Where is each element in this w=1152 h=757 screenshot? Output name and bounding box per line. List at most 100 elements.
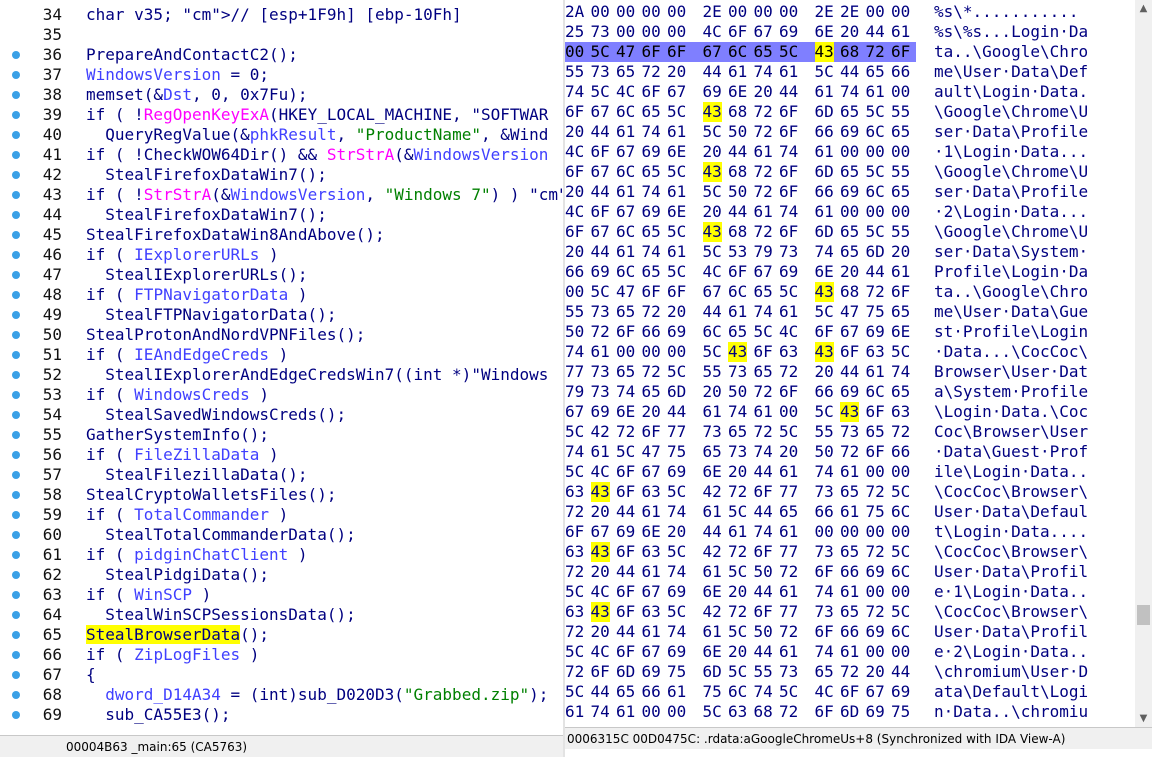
hex-byte[interactable]: 20 bbox=[728, 582, 747, 602]
hex-byte[interactable]: 00 bbox=[667, 22, 686, 42]
breakpoint-dot-icon[interactable] bbox=[12, 171, 20, 179]
hex-byte[interactable]: 77 bbox=[565, 362, 584, 382]
hex-byte[interactable]: 67 bbox=[866, 682, 885, 702]
hex-byte[interactable]: 00 bbox=[642, 702, 661, 722]
hex-row[interactable]: 4C 6F 67 69 6E 20 44 61 74 61 00 00 00 ·1\Login·Data.… bbox=[565, 142, 1135, 162]
hex-byte[interactable]: 77 bbox=[779, 542, 798, 562]
hex-byte[interactable]: 6E bbox=[703, 582, 722, 602]
hex-byte[interactable]: 6C bbox=[891, 562, 910, 582]
hex-byte[interactable]: 6C bbox=[866, 382, 885, 402]
hex-row[interactable]: 00 5C 47 6F 6F 67 6C 65 5C 43 68 72 6F ta..\Google\Ch… bbox=[565, 42, 1135, 62]
hex-byte[interactable]: 6D bbox=[840, 702, 859, 722]
hex-byte[interactable]: 74 bbox=[591, 702, 610, 722]
hex-byte[interactable]: 47 bbox=[642, 442, 661, 462]
hex-byte[interactable]: 20 bbox=[565, 122, 584, 142]
hex-byte[interactable]: 72 bbox=[728, 482, 747, 502]
breakpoint-dot-icon[interactable] bbox=[12, 591, 20, 599]
hex-byte[interactable]: 4C bbox=[591, 642, 610, 662]
ascii-text[interactable]: ·Data\Guest·Prof bbox=[934, 442, 1088, 462]
hex-byte[interactable]: 66 bbox=[840, 562, 859, 582]
hex-byte[interactable]: 6F bbox=[754, 602, 773, 622]
hex-byte[interactable]: 73 bbox=[815, 542, 834, 562]
hex-byte[interactable]: 6F bbox=[642, 422, 661, 442]
hex-row[interactable]: 72 6F 6D 69 75 6D 5C 55 73 65 72 20 44 \chromium\User… bbox=[565, 662, 1135, 682]
ascii-text[interactable]: Browser\User·Dat bbox=[934, 362, 1088, 382]
hex-byte[interactable]: 43 bbox=[590, 602, 610, 622]
hex-byte[interactable]: 73 bbox=[779, 242, 798, 262]
hex-byte[interactable]: 74 bbox=[565, 342, 584, 362]
hex-byte[interactable]: 5C bbox=[728, 662, 747, 682]
hex-byte[interactable]: 74 bbox=[779, 202, 798, 222]
hex-byte[interactable]: 65 bbox=[642, 222, 661, 242]
hex-byte[interactable]: 66 bbox=[642, 682, 661, 702]
hex-byte[interactable]: 72 bbox=[642, 62, 661, 82]
hex-byte[interactable]: 66 bbox=[815, 382, 834, 402]
hex-byte[interactable]: 6F bbox=[891, 282, 910, 302]
hex-byte[interactable]: 66 bbox=[891, 62, 910, 82]
hex-row[interactable]: 5C 4C 6F 67 69 6E 20 44 61 74 61 00 00 e·1\Login·Data… bbox=[565, 582, 1135, 602]
hex-byte[interactable]: 55 bbox=[754, 662, 773, 682]
breakpoint-dot-icon[interactable] bbox=[12, 251, 20, 259]
hex-byte[interactable]: 6D bbox=[667, 382, 686, 402]
hex-byte[interactable]: 6F bbox=[565, 222, 584, 242]
ascii-text[interactable]: ata\Default\Logi bbox=[934, 682, 1088, 702]
hex-byte[interactable]: 50 bbox=[728, 382, 747, 402]
hex-vertical-scrollbar[interactable]: ▲ ▼ bbox=[1135, 0, 1152, 727]
hex-byte[interactable]: 74 bbox=[565, 442, 584, 462]
hex-byte[interactable]: 20 bbox=[891, 242, 910, 262]
hex-byte[interactable]: 44 bbox=[591, 682, 610, 702]
hex-byte[interactable]: 00 bbox=[891, 2, 910, 22]
hex-byte[interactable]: 67 bbox=[591, 222, 610, 242]
hex-row[interactable]: 50 72 6F 66 69 6C 65 5C 4C 6F 67 69 6E st·Profile\Log… bbox=[565, 322, 1135, 342]
hex-byte[interactable]: 00 bbox=[891, 522, 910, 542]
hex-byte[interactable]: 73 bbox=[779, 662, 798, 682]
hex-byte[interactable]: 72 bbox=[866, 482, 885, 502]
hex-byte[interactable]: 72 bbox=[565, 662, 584, 682]
hex-byte[interactable]: 77 bbox=[667, 422, 686, 442]
hex-byte[interactable]: 5C bbox=[891, 602, 910, 622]
hex-byte[interactable]: 74 bbox=[667, 562, 686, 582]
hex-byte[interactable]: 5C bbox=[779, 42, 798, 62]
hex-row[interactable]: 5C 44 65 66 61 75 6C 74 5C 4C 6F 67 69 ata\Default\Lo… bbox=[565, 682, 1135, 702]
hex-byte[interactable]: 69 bbox=[779, 262, 798, 282]
hex-byte[interactable]: 00 bbox=[891, 82, 910, 102]
ascii-text[interactable]: \chromium\User·D bbox=[934, 662, 1088, 682]
hex-byte[interactable]: 63 bbox=[728, 702, 747, 722]
hex-byte[interactable]: 67 bbox=[565, 402, 584, 422]
hex-byte[interactable]: 20 bbox=[667, 522, 686, 542]
ascii-text[interactable]: n·Data..\chromiu bbox=[934, 702, 1088, 722]
hex-byte[interactable]: 61 bbox=[591, 342, 610, 362]
hex-byte[interactable]: 6E bbox=[667, 142, 686, 162]
hex-byte[interactable]: 65 bbox=[779, 502, 798, 522]
hex-byte[interactable]: 00 bbox=[866, 642, 885, 662]
breakpoint-dot-icon[interactable] bbox=[12, 411, 20, 419]
hex-byte[interactable]: 20 bbox=[642, 402, 661, 422]
breakpoint-dot-icon[interactable] bbox=[12, 91, 20, 99]
hex-byte[interactable]: 5C bbox=[728, 622, 747, 642]
hex-byte[interactable]: 5C bbox=[754, 322, 773, 342]
breakpoint-dot-icon[interactable] bbox=[12, 111, 20, 119]
hex-byte[interactable]: 6F bbox=[779, 222, 798, 242]
hex-byte[interactable]: 00 bbox=[779, 402, 798, 422]
breakpoint-dot-icon[interactable] bbox=[12, 571, 20, 579]
hex-byte[interactable]: 6C bbox=[728, 282, 747, 302]
hex-byte[interactable]: 61 bbox=[779, 62, 798, 82]
hex-byte[interactable]: 65 bbox=[616, 62, 635, 82]
hex-byte[interactable]: 65 bbox=[754, 362, 773, 382]
hex-byte[interactable]: 6F bbox=[642, 82, 661, 102]
hex-byte[interactable]: 5C bbox=[703, 182, 722, 202]
hex-byte[interactable]: 6F bbox=[866, 402, 885, 422]
hex-byte[interactable]: 4C bbox=[591, 462, 610, 482]
hex-byte[interactable]: 5C bbox=[866, 162, 885, 182]
hex-byte[interactable]: 44 bbox=[866, 22, 885, 42]
hex-byte[interactable]: 00 bbox=[866, 202, 885, 222]
hex-byte[interactable]: 5C bbox=[565, 422, 584, 442]
hex-byte[interactable]: 20 bbox=[667, 302, 686, 322]
hex-byte[interactable]: 20 bbox=[565, 182, 584, 202]
hex-byte[interactable]: 74 bbox=[642, 242, 661, 262]
hex-byte[interactable]: 61 bbox=[667, 122, 686, 142]
hex-byte[interactable]: 5C bbox=[565, 682, 584, 702]
ascii-text[interactable]: \CocCoc\Browser\ bbox=[934, 482, 1088, 502]
hex-byte[interactable]: 6E bbox=[616, 402, 635, 422]
ascii-text[interactable]: User·Data\Profil bbox=[934, 622, 1088, 642]
